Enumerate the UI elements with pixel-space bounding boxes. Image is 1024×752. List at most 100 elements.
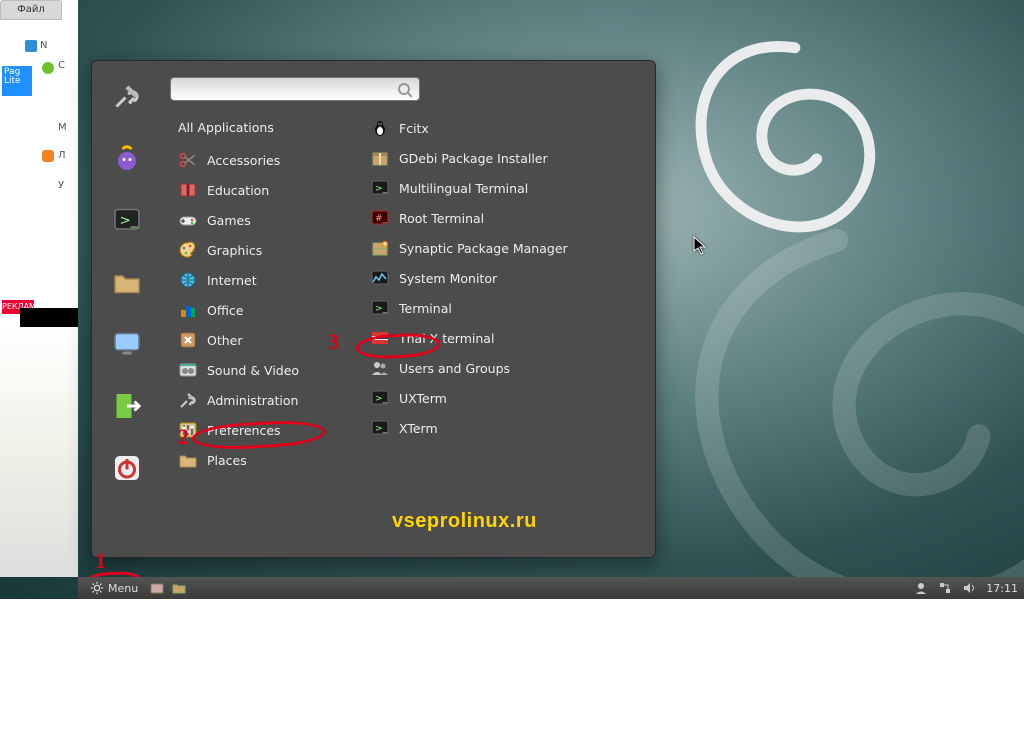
- office-icon: [178, 300, 198, 320]
- app-label: XTerm: [399, 421, 438, 436]
- gear-icon: [90, 581, 104, 595]
- category-label: Other: [207, 333, 243, 348]
- category-graphics[interactable]: Graphics: [170, 235, 352, 265]
- sysmon-icon: [370, 268, 390, 288]
- prefs-icon: [178, 420, 198, 440]
- category-preferences[interactable]: Preferences: [170, 415, 352, 445]
- menu-search[interactable]: [170, 77, 420, 101]
- menu-all-applications[interactable]: All Applications: [170, 113, 352, 143]
- svg-text:>_: >_: [375, 304, 388, 314]
- app-sysmon[interactable]: System Monitor: [362, 263, 655, 293]
- term-icon: >_: [370, 418, 390, 438]
- application-menu: >_ All Applications Accessories Education…: [91, 60, 656, 558]
- favorite-pidgin[interactable]: [110, 141, 144, 175]
- tray-network-icon[interactable]: [938, 581, 952, 595]
- category-label: Internet: [207, 273, 257, 288]
- favorite-terminal[interactable]: >_: [110, 203, 144, 237]
- clock[interactable]: 17:11: [986, 582, 1018, 595]
- book-icon: [178, 180, 198, 200]
- games-icon: [178, 210, 198, 230]
- taskbar: Menu 17:11: [78, 577, 1024, 599]
- category-label: Sound & Video: [207, 363, 299, 378]
- watermark-text: vseprolinux.ru: [392, 510, 537, 533]
- category-label: Places: [207, 453, 247, 468]
- app-mlterm[interactable]: >_ Multilingual Terminal: [362, 173, 655, 203]
- category-label: Accessories: [207, 153, 280, 168]
- app-xterm[interactable]: >_ XTerm: [362, 413, 655, 443]
- category-education[interactable]: Education: [170, 175, 352, 205]
- category-administration[interactable]: Administration: [170, 385, 352, 415]
- category-label: Office: [207, 303, 244, 318]
- app-label: Fcitx: [399, 121, 429, 136]
- category-sound-video[interactable]: Sound & Video: [170, 355, 352, 385]
- shutdown-icon: [112, 453, 142, 483]
- category-games[interactable]: Games: [170, 205, 352, 235]
- app-label: Thai X terminal: [399, 331, 494, 346]
- favorite-display[interactable]: [110, 327, 144, 361]
- favorite-logout[interactable]: [110, 389, 144, 423]
- app-fcitx[interactable]: Fcitx: [362, 113, 655, 143]
- window-tab: Файл: [0, 0, 62, 20]
- svg-text:#_: #_: [375, 214, 388, 224]
- media-icon: [178, 360, 198, 380]
- category-label: Games: [207, 213, 251, 228]
- folder-icon: [112, 267, 142, 297]
- menu-button[interactable]: Menu: [84, 579, 144, 597]
- category-accessories[interactable]: Accessories: [170, 145, 352, 175]
- app-terminal[interactable]: >_ Terminal: [362, 293, 655, 323]
- svg-text:>_: >_: [375, 394, 388, 404]
- category-internet[interactable]: Internet: [170, 265, 352, 295]
- app-label: Terminal: [399, 301, 452, 316]
- menu-apps-column: Fcitx GDebi Package Installer >_ Multilingu…: [352, 61, 655, 557]
- app-label: Multilingual Terminal: [399, 181, 528, 196]
- system-tray: 17:11: [914, 581, 1018, 595]
- category-label: Education: [207, 183, 269, 198]
- app-gdebi[interactable]: GDebi Package Installer: [362, 143, 655, 173]
- category-other[interactable]: Other: [170, 325, 352, 355]
- penguin-icon: [370, 118, 390, 138]
- panel-files-icon[interactable]: [172, 581, 186, 595]
- app-label: UXTerm: [399, 391, 447, 406]
- tools-icon: [112, 81, 142, 111]
- app-uxterm[interactable]: >_ UXTerm: [362, 383, 655, 413]
- left-cropped-strip: Файл N Pag Lite C M Л У РЕКЛАМА: [0, 0, 78, 577]
- favorite-settings[interactable]: [110, 79, 144, 113]
- svg-text:>_: >_: [375, 184, 388, 194]
- category-label: Preferences: [207, 423, 281, 438]
- monitor-icon: [112, 329, 142, 359]
- app-rootterm[interactable]: #_ Root Terminal: [362, 203, 655, 233]
- tray-user-icon[interactable]: [914, 581, 928, 595]
- menu-categories-column: All Applications Accessories Education Gam…: [162, 61, 352, 557]
- thai-icon: [370, 328, 390, 348]
- favorite-files[interactable]: [110, 265, 144, 299]
- category-label: Graphics: [207, 243, 262, 258]
- tray-sound-icon[interactable]: [962, 581, 976, 595]
- synaptic-icon: [370, 238, 390, 258]
- app-label: Root Terminal: [399, 211, 484, 226]
- app-users[interactable]: Users and Groups: [362, 353, 655, 383]
- app-thaix[interactable]: Thai X terminal: [362, 323, 655, 353]
- app-label: Users and Groups: [399, 361, 510, 376]
- menu-search-input[interactable]: [177, 80, 393, 98]
- favorite-shutdown[interactable]: [110, 451, 144, 485]
- panel-show-desktop-icon[interactable]: [150, 581, 164, 595]
- category-places[interactable]: Places: [170, 445, 352, 475]
- app-label: System Monitor: [399, 271, 497, 286]
- termfav-icon: >_: [112, 205, 142, 235]
- page-lite-icon: Pag Lite: [2, 66, 32, 96]
- svg-text:>_: >_: [120, 213, 138, 229]
- palette-icon: [178, 240, 198, 260]
- pidgin-icon: [112, 143, 142, 173]
- term-icon: >_: [370, 298, 390, 318]
- logout-icon: [112, 391, 142, 421]
- category-office[interactable]: Office: [170, 295, 352, 325]
- package-icon: [370, 148, 390, 168]
- tools-icon: [178, 390, 198, 410]
- all-applications-label: All Applications: [178, 120, 274, 135]
- other-icon: [178, 330, 198, 350]
- menu-button-label: Menu: [108, 582, 138, 595]
- folder-icon: [178, 450, 198, 470]
- app-synaptic[interactable]: Synaptic Package Manager: [362, 233, 655, 263]
- search-icon: [397, 82, 413, 98]
- app-label: GDebi Package Installer: [399, 151, 548, 166]
